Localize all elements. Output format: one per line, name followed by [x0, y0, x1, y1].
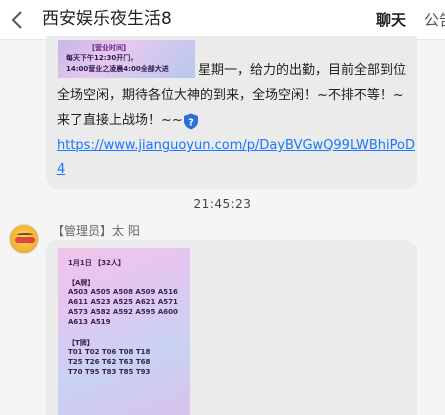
message-text: 星期一，给力的出勤，目前全部到位 — [198, 63, 407, 78]
roster-poster-image[interactable]: 1月1日 【32人】 【A牌】 A503 A505 A508 A509 A516… — [58, 248, 190, 415]
poster-row: T01 T02 T06 T08 T18 — [68, 348, 151, 356]
poster-row: A613 A519 — [68, 318, 111, 326]
avatar-mouth — [15, 237, 35, 243]
avatar-eyes — [17, 233, 33, 236]
message-text: 全场空闲，期待各位大神的到来，全场空闲！~不排不等！~ — [57, 88, 404, 103]
poster-row: A611 A523 A525 A621 A571 — [68, 298, 178, 306]
tab-notice[interactable]: 公告 — [424, 10, 445, 30]
shield-question-icon: ? — [183, 113, 199, 130]
poster-row: T70 T95 T83 T85 T93 — [68, 368, 151, 376]
poster-line: 每天下午12:30开门， — [66, 54, 138, 62]
svg-text:?: ? — [188, 118, 194, 129]
chat-header: 西安娱乐夜生活8 聊天 公告 — [0, 0, 445, 40]
message-timestamp: 21:45:23 — [193, 197, 252, 211]
back-arrow-icon[interactable] — [10, 9, 28, 31]
poster-title: 【营业时间】 — [88, 44, 130, 52]
message-link[interactable]: https://www.jianguoyun.com/p/DayBVGwQ99L… — [57, 137, 415, 155]
poster-row: A503 A505 A508 A509 A516 — [68, 288, 178, 296]
poster-section-a: 【A牌】 — [68, 279, 95, 287]
business-hours-poster-image[interactable]: 【营业时间】 每天下午12:30开门， 14:00营业之凌晨4:00全部大进 — [58, 40, 195, 78]
avatar[interactable] — [9, 224, 39, 254]
sender-name: 【管理员】太 阳 — [52, 224, 140, 238]
message-text: 来了直接上战场！~~ — [57, 113, 183, 128]
message-link-continued[interactable]: 4 — [57, 161, 65, 179]
tab-chat[interactable]: 聊天 — [376, 10, 406, 30]
poster-date: 1月1日 【32人】 — [68, 259, 125, 267]
poster-line: 14:00营业之凌晨4:00全部大进 — [66, 65, 169, 73]
poster-section-t: 【T牌】 — [68, 339, 94, 347]
poster-row: T25 T26 T62 T63 T68 — [68, 358, 151, 366]
chat-title: 西安娱乐夜生活8 — [42, 9, 172, 29]
poster-row: A573 A582 A592 A595 A600 — [68, 308, 178, 316]
